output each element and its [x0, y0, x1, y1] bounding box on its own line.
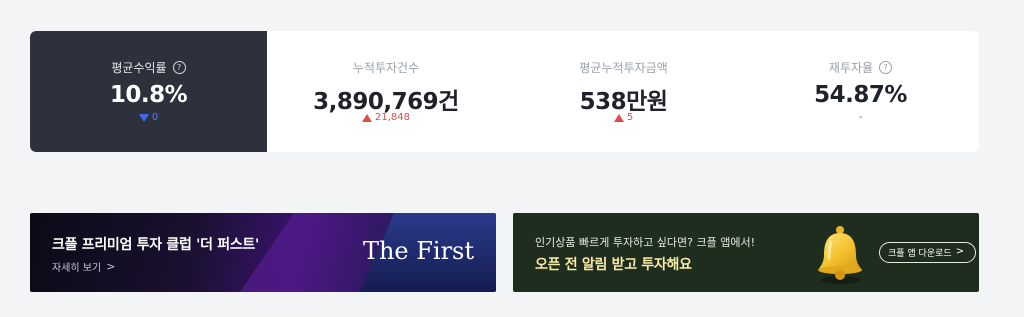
chevron-right-icon: > [106, 260, 116, 273]
stat-value: 538만원 [579, 89, 668, 115]
help-icon[interactable]: ? [879, 61, 893, 74]
stat-value: 10.8% [109, 82, 188, 108]
stat-change: 5 [505, 112, 742, 123]
stat-change: 21,848 [267, 112, 505, 123]
stat-change: - [742, 112, 979, 123]
chevron-right-icon: > [955, 246, 965, 257]
triangle-up-icon [613, 113, 624, 122]
triangle-up-icon [362, 113, 372, 122]
stats-card: 평균수익률 ? 10.8% 0 누적투자건수 3,890,769건 21,848… [30, 31, 979, 152]
stat-average-amount: 평균누적투자금액 538만원 5 [505, 31, 742, 152]
banner-title: 크플 프리미엄 투자 클럽 '더 퍼스트' [52, 237, 259, 253]
triangle-down-icon [138, 113, 149, 122]
app-download-button[interactable]: 크플 앱 다운로드 > [879, 242, 976, 263]
stat-change: 0 [30, 112, 267, 123]
stat-value: 54.87% [814, 82, 907, 108]
view-details-link[interactable]: 자세히 보기 > [52, 259, 115, 274]
stat-label: 재투자율 [828, 61, 874, 75]
stat-total-investments: 누적투자건수 3,890,769건 21,848 [267, 31, 505, 152]
banner-subtitle: 인기상품 빠르게 투자하고 싶다면? 크플 앱에서! [535, 236, 756, 249]
app-download-banner[interactable]: 인기상품 빠르게 투자하고 싶다면? 크플 앱에서! 오픈 전 알림 받고 투자… [513, 213, 979, 292]
the-first-banner[interactable]: 크플 프리미엄 투자 클럽 '더 퍼스트' 자세히 보기 > The First [30, 213, 496, 292]
banner-title: 오픈 전 알림 받고 투자해요 [535, 257, 692, 273]
stat-change-value: 5 [626, 112, 634, 123]
button-label: 크플 앱 다운로드 [888, 249, 952, 259]
stat-reinvestment-rate: 재투자율 ? 54.87% - [742, 31, 979, 152]
stat-label: 평균누적투자금액 [579, 61, 668, 75]
stat-change-value: 21,848 [375, 112, 410, 123]
the-first-logo: The First [362, 237, 474, 265]
stat-label: 평균수익률 [111, 61, 167, 75]
stat-change-value: - [858, 112, 863, 123]
help-icon[interactable]: ? [172, 61, 186, 74]
stat-value: 3,890,769건 [313, 89, 459, 115]
stat-average-return: 평균수익률 ? 10.8% 0 [30, 31, 267, 152]
stat-change-value: 0 [151, 112, 159, 123]
stat-label: 누적투자건수 [352, 61, 420, 75]
link-label: 자세히 보기 [52, 263, 102, 274]
bell-icon [818, 226, 862, 284]
